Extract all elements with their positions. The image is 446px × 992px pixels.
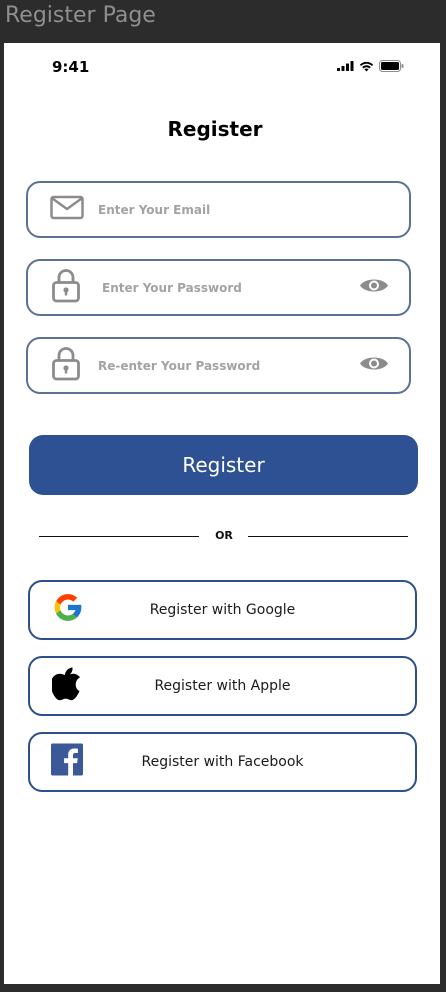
eye-icon[interactable] bbox=[359, 354, 389, 377]
mail-icon bbox=[50, 195, 84, 224]
page-title: Register bbox=[167, 117, 263, 141]
email-input[interactable] bbox=[96, 183, 349, 236]
email-field-container bbox=[26, 181, 411, 238]
apple-button-label: Register with Apple bbox=[154, 678, 291, 694]
lock-icon bbox=[52, 346, 80, 385]
frame-title: Register Page bbox=[5, 3, 156, 28]
facebook-button-label: Register with Facebook bbox=[141, 754, 304, 770]
eye-icon[interactable] bbox=[359, 276, 389, 299]
confirm-password-input[interactable] bbox=[96, 339, 349, 392]
signal-icon bbox=[337, 61, 354, 71]
google-button-label: Register with Google bbox=[149, 602, 296, 618]
status-icons bbox=[337, 60, 404, 72]
register-with-apple-button[interactable]: Register with Apple bbox=[28, 656, 417, 716]
password-input[interactable] bbox=[100, 261, 349, 314]
battery-icon bbox=[379, 60, 404, 72]
register-with-facebook-button[interactable]: Register with Facebook bbox=[28, 732, 417, 792]
confirm-password-field-container bbox=[26, 337, 411, 394]
status-time: 9:41 bbox=[52, 58, 90, 76]
register-with-google-button[interactable]: Register with Google bbox=[28, 580, 417, 640]
lock-icon bbox=[52, 268, 80, 307]
phone-screen: 9:41 Register Enter Your Email Register … bbox=[4, 43, 440, 984]
register-button[interactable]: Register bbox=[29, 435, 418, 495]
or-divider-text: OR bbox=[215, 529, 233, 542]
password-field-container bbox=[26, 259, 411, 316]
divider-line-left bbox=[39, 536, 199, 537]
wifi-icon bbox=[359, 61, 374, 71]
divider-line-right bbox=[248, 536, 408, 537]
